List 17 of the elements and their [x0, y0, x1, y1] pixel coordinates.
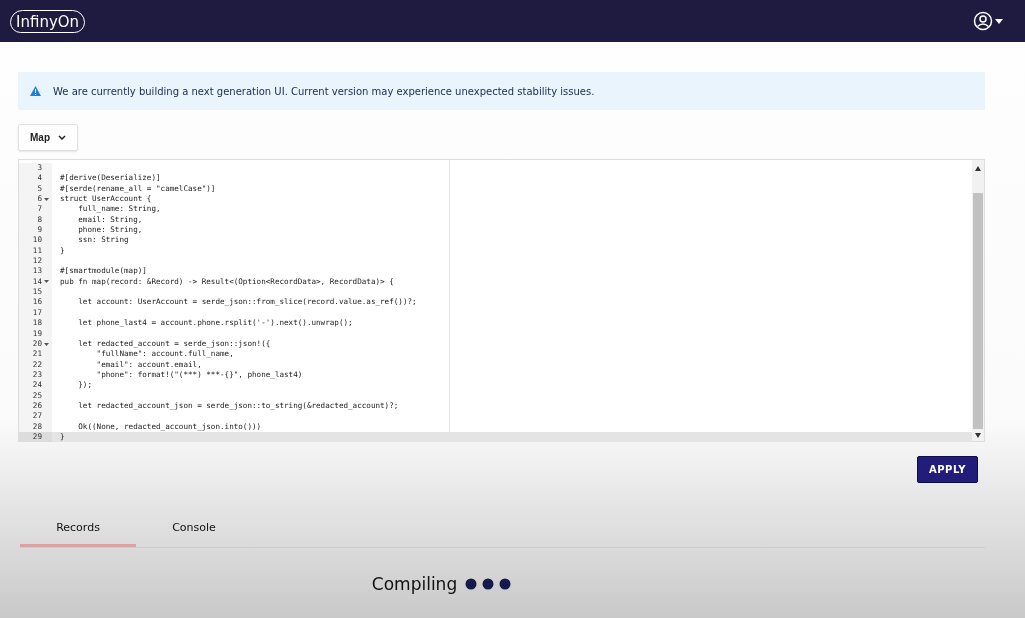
tab[interactable]: Records [20, 511, 136, 547]
user-icon[interactable] [973, 11, 993, 31]
scroll-down-icon[interactable] [975, 433, 981, 438]
chevron-icon [58, 135, 66, 140]
scroll-up-icon[interactable] [975, 166, 981, 171]
scrollbar[interactable] [972, 160, 984, 441]
loading-dots-icon [465, 578, 512, 590]
apply-button[interactable]: APPLY [917, 456, 978, 483]
fold-icon[interactable] [44, 196, 49, 202]
tab[interactable]: Console [136, 511, 252, 547]
fold-icon[interactable] [44, 279, 49, 285]
mode-dropdown[interactable]: Map [18, 124, 78, 151]
warning-icon [30, 86, 41, 96]
status-text: Compiling [371, 574, 458, 594]
caret-icon[interactable] [995, 18, 1003, 24]
fold-icon[interactable] [44, 341, 49, 347]
banner-message: We are currently building a next generation UI. Current version may experience unexpected stability issues. [53, 85, 595, 97]
